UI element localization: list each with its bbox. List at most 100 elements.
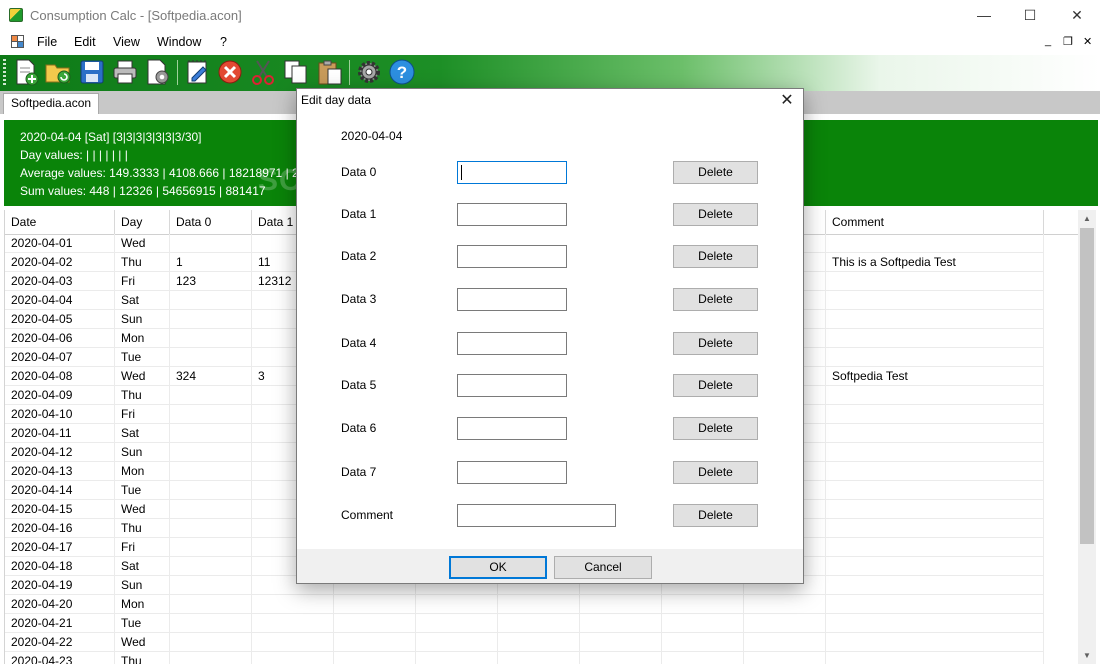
table-cell-day[interactable]: Mon [115,595,170,614]
table-cell[interactable] [498,595,580,614]
delete-data-4-button[interactable]: Delete [673,332,758,355]
table-cell-comment[interactable] [826,291,1044,310]
table-cell-date[interactable]: 2020-04-13 [5,462,115,481]
table-cell-d1[interactable] [252,652,334,664]
column-header-data0[interactable]: Data 0 [170,210,252,234]
table-cell-date[interactable]: 2020-04-12 [5,443,115,462]
table-cell-date[interactable]: 2020-04-04 [5,291,115,310]
comment-input[interactable] [457,504,616,527]
table-cell-comment[interactable] [826,500,1044,519]
table-cell-day[interactable]: Sat [115,291,170,310]
table-cell-day[interactable]: Fri [115,272,170,291]
table-cell[interactable] [662,595,744,614]
table-cell[interactable] [416,595,498,614]
table-cell-date[interactable]: 2020-04-20 [5,595,115,614]
menu-edit[interactable]: Edit [74,35,96,49]
table-cell-d1[interactable] [252,633,334,652]
table-cell-date[interactable]: 2020-04-02 [5,253,115,272]
table-cell[interactable] [416,614,498,633]
table-cell-day[interactable]: Sun [115,443,170,462]
table-cell-comment[interactable] [826,595,1044,614]
table-cell-comment[interactable] [826,424,1044,443]
vertical-scrollbar[interactable]: ▲ ▼ [1078,210,1096,664]
table-row[interactable]: 2020-04-23 Thu [5,652,1079,664]
table-cell[interactable] [416,652,498,664]
toolbar-grip[interactable] [3,59,6,87]
table-cell[interactable] [334,595,416,614]
table-cell-date[interactable]: 2020-04-05 [5,310,115,329]
table-cell-d0[interactable] [170,557,252,576]
table-cell-day[interactable]: Sat [115,424,170,443]
table-cell[interactable] [662,633,744,652]
table-cell-day[interactable]: Thu [115,652,170,664]
table-cell-d0[interactable]: 123 [170,272,252,291]
table-cell[interactable] [498,633,580,652]
table-cell-d0[interactable] [170,234,252,253]
table-cell-day[interactable]: Thu [115,386,170,405]
delete-data-1-button[interactable]: Delete [673,203,758,226]
table-cell-day[interactable]: Sat [115,557,170,576]
table-cell[interactable] [580,614,662,633]
table-cell-comment[interactable] [826,576,1044,595]
table-cell-date[interactable]: 2020-04-18 [5,557,115,576]
cancel-button[interactable]: Cancel [554,556,652,579]
table-cell-date[interactable]: 2020-04-19 [5,576,115,595]
table-cell-comment[interactable] [826,519,1044,538]
scroll-thumb[interactable] [1080,228,1094,544]
table-cell[interactable] [580,633,662,652]
table-cell-comment[interactable] [826,557,1044,576]
table-cell-comment[interactable] [826,443,1044,462]
table-cell-day[interactable]: Thu [115,253,170,272]
table-cell-d0[interactable] [170,519,252,538]
table-cell-date[interactable]: 2020-04-07 [5,348,115,367]
data-0-input[interactable] [457,161,567,184]
edit-notepad-icon[interactable] [184,58,212,86]
table-cell-d0[interactable] [170,443,252,462]
delete-data-0-button[interactable]: Delete [673,161,758,184]
table-cell-day[interactable]: Wed [115,234,170,253]
column-header-day[interactable]: Day [115,210,170,234]
save-icon[interactable] [78,58,106,86]
table-cell-comment[interactable] [826,633,1044,652]
table-cell-day[interactable]: Sun [115,310,170,329]
table-cell-comment[interactable]: This is a Softpedia Test [826,253,1044,272]
ok-button[interactable]: OK [449,556,547,579]
table-row[interactable]: 2020-04-22 Wed [5,633,1079,652]
table-cell[interactable] [334,614,416,633]
table-cell-date[interactable]: 2020-04-22 [5,633,115,652]
table-cell-d1[interactable] [252,614,334,633]
column-header-comment[interactable]: Comment [826,210,1044,234]
help-icon[interactable]: ? [388,58,416,86]
data-5-input[interactable] [457,374,567,397]
table-cell[interactable] [334,633,416,652]
tab-softpedia-acon[interactable]: Softpedia.acon [3,93,100,114]
table-cell[interactable] [744,633,826,652]
scroll-down-icon[interactable]: ▼ [1078,647,1096,664]
table-cell[interactable] [498,652,580,664]
table-cell-d0[interactable] [170,500,252,519]
table-cell-comment[interactable] [826,462,1044,481]
cut-icon[interactable] [249,58,277,86]
table-cell-date[interactable]: 2020-04-01 [5,234,115,253]
table-cell-date[interactable]: 2020-04-21 [5,614,115,633]
table-cell-comment[interactable]: Softpedia Test [826,367,1044,386]
document-settings-icon[interactable] [144,58,172,86]
table-cell-d0[interactable] [170,652,252,664]
table-cell-d0[interactable]: 324 [170,367,252,386]
table-cell-comment[interactable] [826,405,1044,424]
table-cell-comment[interactable] [826,329,1044,348]
delete-comment-button[interactable]: Delete [673,504,758,527]
open-folder-icon[interactable] [44,58,72,86]
data-7-input[interactable] [457,461,567,484]
data-6-input[interactable] [457,417,567,440]
table-cell-d0[interactable] [170,424,252,443]
table-cell-d0[interactable] [170,291,252,310]
minimize-button[interactable]: — [961,0,1007,31]
delete-icon[interactable] [216,58,244,86]
delete-data-6-button[interactable]: Delete [673,417,758,440]
table-cell-comment[interactable] [826,348,1044,367]
mdi-close-button[interactable]: ✕ [1083,35,1092,48]
new-file-icon[interactable] [12,58,40,86]
scroll-up-icon[interactable]: ▲ [1078,210,1096,227]
data-4-input[interactable] [457,332,567,355]
